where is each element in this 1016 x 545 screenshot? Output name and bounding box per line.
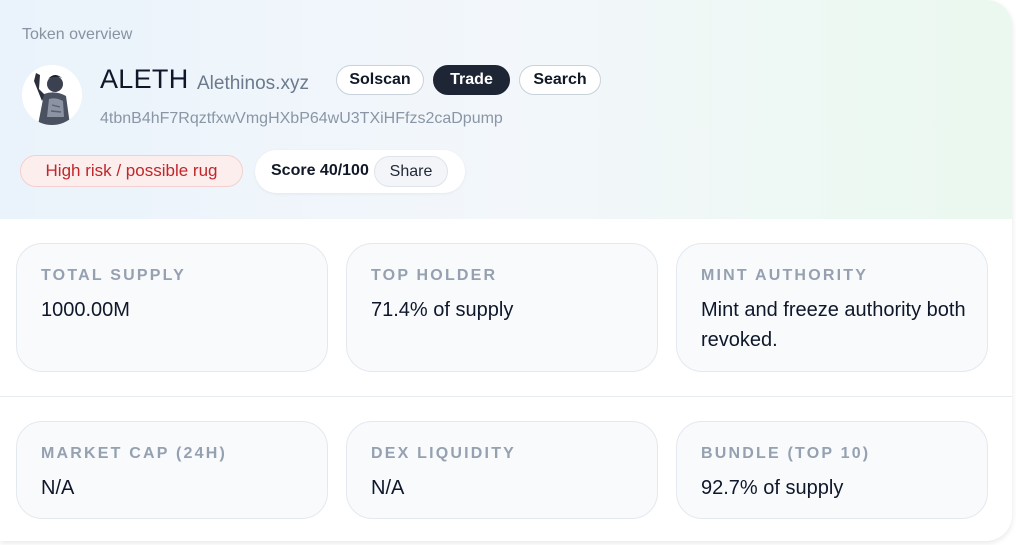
solscan-button[interactable]: Solscan: [336, 65, 424, 95]
stat-card-mint-authority: MINT AUTHORITY Mint and freeze authority…: [676, 243, 988, 372]
stat-card-total-supply: TOTAL SUPPLY 1000.00M: [16, 243, 328, 372]
score-text: Score 40/100: [271, 162, 369, 179]
stat-label: TOP HOLDER: [371, 267, 498, 284]
statue-avatar-icon: [22, 65, 82, 125]
section-label: Token overview: [22, 26, 133, 43]
token-overview-card: Token overview ALETH Alethinos.xyz Solsc…: [0, 0, 1012, 541]
stat-label: MARKET CAP (24H): [41, 445, 228, 462]
stat-card-dex-liquidity: DEX LIQUIDITY N/A: [346, 421, 658, 519]
stat-value: N/A: [371, 477, 405, 499]
stat-value: Mint and freeze authority both revoked.: [701, 299, 966, 351]
token-header: Token overview ALETH Alethinos.xyz Solsc…: [0, 0, 1012, 219]
stat-label: BUNDLE (TOP 10): [701, 445, 871, 462]
stat-card-bundle: BUNDLE (TOP 10) 92.7% of supply: [676, 421, 988, 519]
stat-card-top-holder: TOP HOLDER 71.4% of supply: [346, 243, 658, 372]
stat-label: DEX LIQUIDITY: [371, 445, 517, 462]
stat-value: 1000.00M: [41, 299, 130, 321]
share-button[interactable]: Share: [374, 156, 448, 187]
token-address[interactable]: 4tbnB4hF7RqztfxwVmgHXbP64wU3TXiHFfzs2caD…: [100, 110, 503, 128]
trade-button[interactable]: Trade: [433, 65, 510, 95]
stat-value: 71.4% of supply: [371, 299, 514, 321]
token-symbol: ALETH: [100, 64, 189, 94]
stat-card-market-cap: MARKET CAP (24H) N/A: [16, 421, 328, 519]
score-box: Score 40/100 Share: [255, 150, 465, 193]
search-button[interactable]: Search: [519, 65, 601, 95]
stat-value: 92.7% of supply: [701, 477, 844, 499]
stat-value: N/A: [41, 477, 75, 499]
token-domain-link[interactable]: Alethinos.xyz: [197, 73, 309, 95]
risk-badge: High risk / possible rug: [20, 155, 243, 187]
section-divider: [0, 396, 1012, 397]
stat-label: MINT AUTHORITY: [701, 267, 869, 284]
stat-label: TOTAL SUPPLY: [41, 267, 186, 284]
